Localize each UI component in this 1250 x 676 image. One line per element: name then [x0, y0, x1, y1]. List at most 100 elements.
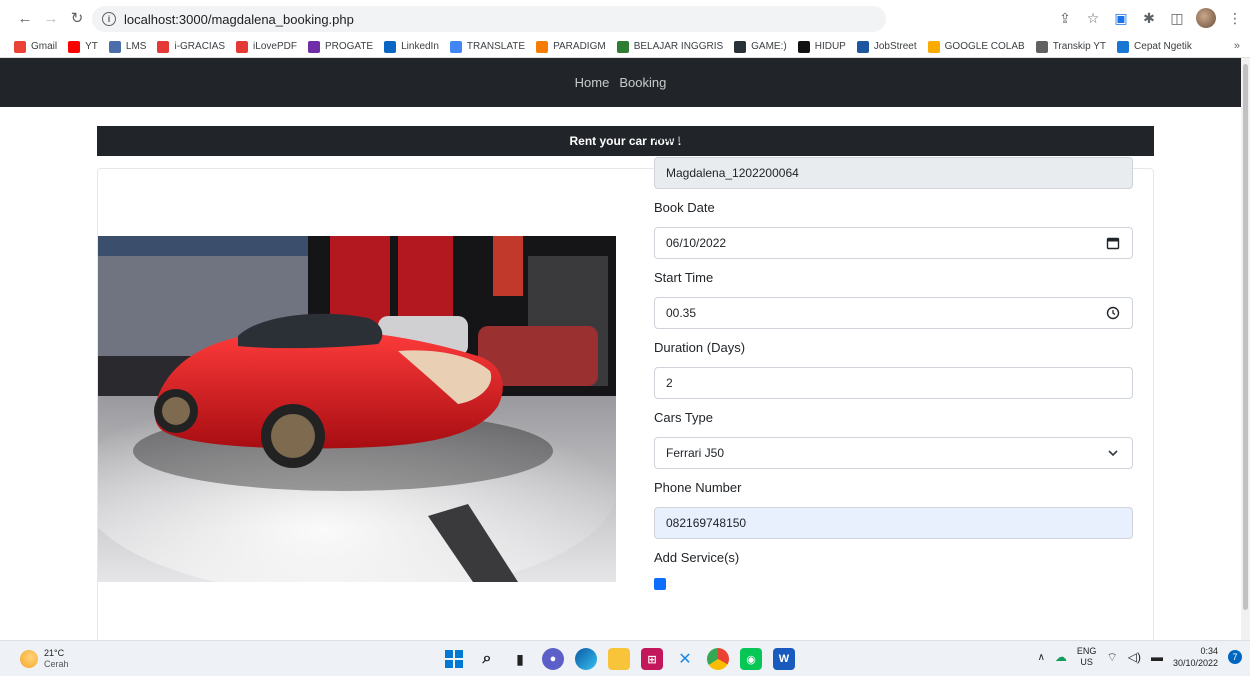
bookmark-label: HIDUP	[814, 41, 846, 52]
checkbox-checked-icon[interactable]	[654, 578, 666, 590]
calendar-icon[interactable]	[1106, 236, 1120, 250]
forward-arrow-icon[interactable]: →	[40, 7, 62, 29]
bookmark-label: BELAJAR INGGRIS	[633, 41, 724, 52]
time-input[interactable]: 00.35	[654, 297, 1133, 329]
bookmark-favicon-icon	[14, 40, 26, 53]
chevron-up-icon[interactable]: ∧	[1038, 652, 1045, 663]
side-panel-icon[interactable]: ◫	[1168, 9, 1186, 27]
language-indicator[interactable]: ENG US	[1077, 646, 1097, 668]
bookmark-item[interactable]: Cepat Ngetik	[1117, 40, 1192, 53]
windows-start-icon[interactable]	[443, 648, 465, 670]
bookmark-item[interactable]: Transkip YT	[1035, 40, 1107, 53]
car-group: Cars Type Ferrari J50	[654, 410, 1134, 469]
bookmark-item[interactable]: PARADIGM	[536, 40, 606, 53]
bookmark-item[interactable]: JobStreet	[856, 40, 917, 53]
bookmark-item[interactable]: GOOGLE COLAB	[927, 40, 1025, 53]
bookmark-item[interactable]: PROGATE	[307, 40, 374, 53]
car-select[interactable]: Ferrari J50	[654, 437, 1133, 469]
network-status-icon[interactable]: ☁	[1055, 650, 1067, 664]
bookmark-item[interactable]: Gmail	[14, 40, 57, 53]
weather-widget[interactable]: 21°C Cerah	[20, 648, 69, 670]
info-icon[interactable]: i	[102, 12, 116, 26]
star-icon[interactable]: ☆	[1084, 9, 1102, 27]
taskbar-apps: ⌕ ▮ ● ⊞ ✕ ◉ W	[443, 648, 795, 670]
bookmark-item[interactable]: iLovePDF	[236, 40, 297, 53]
extensions-icon[interactable]: ✱	[1140, 9, 1158, 27]
bookmark-favicon-icon	[1117, 40, 1130, 53]
nav-booking[interactable]: Booking	[619, 75, 666, 90]
bookmark-favicon-icon	[307, 40, 320, 53]
weather-condition: Cerah	[44, 659, 69, 669]
bookmark-item[interactable]: HIDUP	[797, 40, 846, 53]
clock-icon[interactable]	[1106, 306, 1120, 320]
page-scrollbar[interactable]	[1241, 58, 1250, 640]
time-label: Start Time	[654, 270, 714, 285]
date-input[interactable]: 06/10/2022	[654, 227, 1133, 259]
bookmark-favicon-icon	[449, 40, 462, 53]
vscode-icon[interactable]: ✕	[674, 648, 696, 670]
volume-icon[interactable]: ◁)	[1128, 650, 1141, 664]
name-label: Name	[654, 130, 689, 145]
bookmark-label: iLovePDF	[253, 41, 297, 52]
chrome-icon[interactable]	[707, 648, 729, 670]
bookmark-label: LMS	[125, 41, 147, 52]
time-value: 00.35	[666, 306, 697, 320]
duration-label: Duration (Days)	[654, 340, 746, 355]
edge-icon[interactable]	[575, 648, 597, 670]
word-icon[interactable]: W	[773, 648, 795, 670]
bookmark-favicon-icon	[734, 40, 747, 53]
phone-group: Phone Number 082169748150	[654, 480, 1134, 539]
more-bookmarks-icon[interactable]: »	[1234, 40, 1240, 52]
share-icon[interactable]: ⇪	[1056, 9, 1074, 27]
reader-icon[interactable]: ▣	[1112, 9, 1130, 27]
battery-icon[interactable]: ▬	[1151, 650, 1163, 664]
bookmark-favicon-icon	[797, 40, 810, 53]
bookmark-item[interactable]: LinkedIn	[384, 40, 439, 53]
notification-badge[interactable]: 7	[1228, 650, 1242, 664]
bookmark-label: PARADIGM	[553, 41, 606, 52]
date-label: Book Date	[654, 200, 715, 215]
file-explorer-icon[interactable]	[608, 648, 630, 670]
toolbar-actions: ⇪ ☆ ▣ ✱ ◫ ⋮	[1056, 8, 1244, 28]
address-bar[interactable]: i localhost:3000/magdalena_booking.php	[92, 6, 886, 32]
weather-temp: 21°C	[44, 648, 65, 658]
profile-avatar[interactable]	[1196, 8, 1216, 28]
bookmark-label: LinkedIn	[401, 41, 439, 52]
bookmark-item[interactable]: BELAJAR INGGRIS	[616, 40, 724, 53]
service-checkbox[interactable]	[654, 578, 1134, 590]
duration-input[interactable]: 2	[654, 367, 1133, 399]
language-code: ENG	[1076, 646, 1097, 656]
bookmark-item[interactable]: GAME:)	[734, 40, 787, 53]
bookmark-favicon-icon	[236, 40, 249, 53]
nav-home[interactable]: Home	[575, 75, 610, 90]
kebab-menu-icon[interactable]: ⋮	[1226, 9, 1244, 27]
duration-value: 2	[666, 376, 673, 390]
store-icon[interactable]: ⊞	[641, 648, 663, 670]
back-arrow-icon[interactable]: ←	[14, 7, 36, 29]
services-group: Add Service(s)	[654, 550, 1134, 590]
clock[interactable]: 0:34 30/10/2022	[1173, 645, 1218, 669]
bookmark-label: Transkip YT	[1052, 41, 1107, 52]
name-input[interactable]: Magdalena_1202200064	[654, 157, 1133, 189]
scrollbar-thumb[interactable]	[1243, 64, 1248, 610]
bookmark-label: PROGATE	[324, 41, 374, 52]
line-icon[interactable]: ◉	[740, 648, 762, 670]
car-value: Ferrari J50	[666, 446, 725, 460]
bookmark-label: YT	[85, 41, 98, 52]
booking-form: Name Magdalena_1202200064 Book Date 06/1…	[654, 130, 1134, 601]
phone-input[interactable]: 082169748150	[654, 507, 1133, 539]
bookmark-item[interactable]: LMS	[108, 40, 147, 53]
chat-icon[interactable]: ●	[542, 648, 564, 670]
wifi-icon[interactable]: ⌔	[1106, 650, 1117, 665]
bookmark-label: i-GRACIAS	[174, 41, 226, 52]
bookmark-item[interactable]: i-GRACIAS	[157, 40, 226, 53]
bookmark-favicon-icon	[856, 40, 869, 53]
bookmark-item[interactable]: YT	[68, 40, 98, 53]
reload-icon[interactable]: ↻	[66, 7, 88, 29]
bookmark-item[interactable]: TRANSLATE	[449, 40, 525, 53]
bookmark-label: JobStreet	[873, 41, 917, 52]
bookmark-label: Cepat Ngetik	[1134, 41, 1192, 52]
search-icon[interactable]: ⌕	[476, 648, 498, 670]
bookmark-favicon-icon	[384, 40, 397, 53]
task-view-icon[interactable]: ▮	[509, 648, 531, 670]
